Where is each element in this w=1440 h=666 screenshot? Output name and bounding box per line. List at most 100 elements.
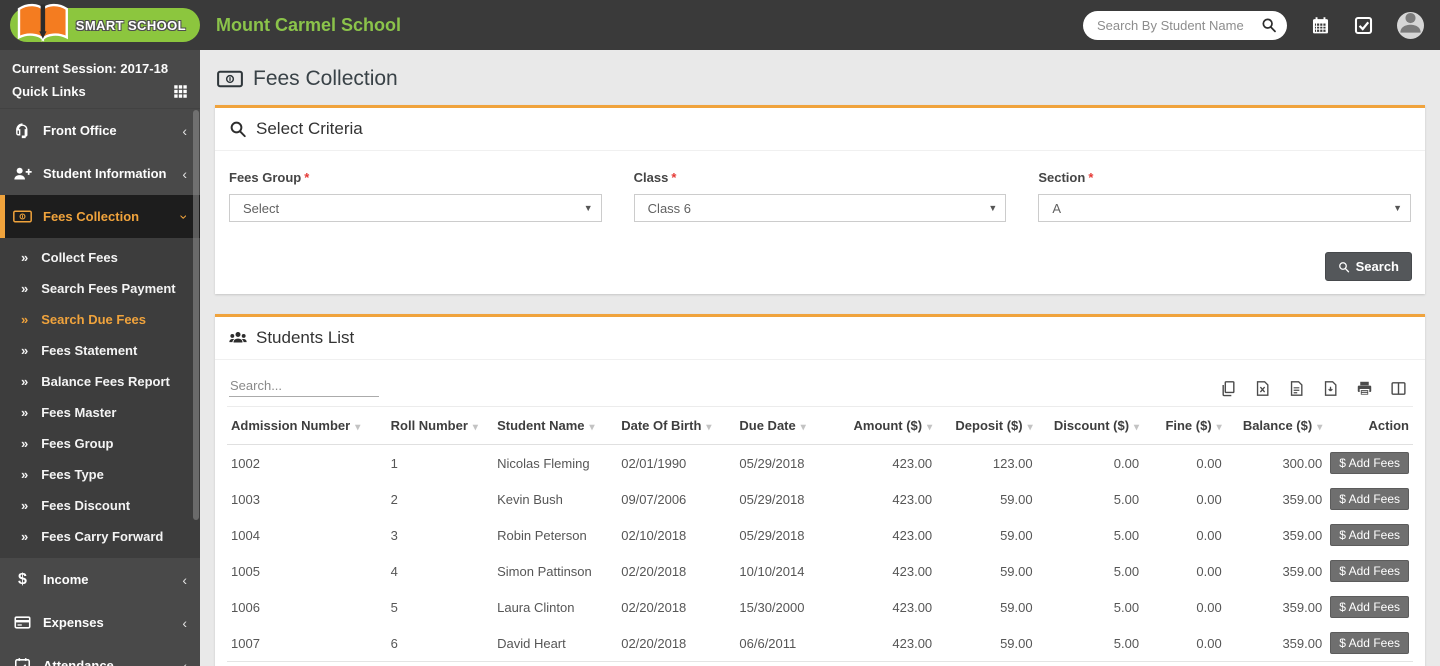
search-icon	[229, 120, 247, 138]
students-list-title: Students List	[256, 328, 355, 347]
app-logo[interactable]: SMART SCHOOL	[0, 0, 200, 50]
sidebar-item-expenses[interactable]: Expenses ‹	[0, 601, 200, 644]
column-visibility-icon[interactable]	[1390, 380, 1407, 397]
task-check-icon[interactable]	[1354, 16, 1373, 35]
cell-action: $ Add Fees	[1326, 517, 1413, 553]
cell-admission-number: 1002	[231, 455, 260, 471]
chevron-left-icon: ‹	[182, 614, 187, 631]
cell-action: $ Add Fees	[1326, 589, 1413, 625]
cell-discount: 5.00	[1113, 563, 1140, 579]
field-section: Section * A ▼	[1038, 170, 1412, 222]
add-fees-button[interactable]: $ Add Fees	[1330, 452, 1409, 474]
sidebar: Current Session: 2017-18 Quick Links Fro…	[0, 50, 200, 666]
double-arrow-icon: »	[21, 343, 29, 358]
sidebar-item-label: Student Information	[43, 166, 167, 181]
field-label: Section *	[1038, 170, 1094, 185]
print-icon[interactable]	[1356, 380, 1373, 397]
sidebar-item-income[interactable]: $ Income ‹	[0, 558, 200, 601]
sidebar-subitem-search-due-fees[interactable]: » Search Due Fees	[0, 304, 200, 335]
cell-due-date: 06/6/2011	[739, 635, 797, 651]
sidebar-subitem-fees-statement[interactable]: » Fees Statement	[0, 335, 200, 366]
chevron-down-icon: ▼	[988, 203, 998, 213]
sidebar-item-label: Attendance	[43, 658, 114, 666]
column-header-deposit[interactable]: Deposit ($) ▾	[936, 406, 1037, 445]
sidebar-item-label: Fees Collection	[43, 209, 140, 224]
pdf-icon[interactable]	[1322, 380, 1339, 397]
sidebar-item-label: Income	[43, 572, 89, 587]
csv-icon[interactable]	[1288, 380, 1305, 397]
money-icon	[13, 208, 32, 225]
current-session-label: Current Session: 2017-18	[12, 61, 169, 76]
excel-icon[interactable]	[1254, 380, 1271, 397]
money-icon	[217, 70, 243, 88]
fees-group-select[interactable]: Select ▼	[229, 194, 602, 222]
user-avatar[interactable]	[1397, 11, 1424, 39]
column-header-amount[interactable]: Amount ($) ▾	[841, 406, 937, 445]
sidebar-subitem-fees-carry-forward[interactable]: » Fees Carry Forward	[0, 521, 200, 552]
sort-icon: ▾	[1216, 422, 1222, 433]
add-fees-button[interactable]: $ Add Fees	[1330, 560, 1409, 582]
column-header-balance[interactable]: Balance ($) ▾	[1225, 406, 1327, 445]
search-button[interactable]: Search	[1324, 252, 1412, 281]
sidebar-item-front-office[interactable]: Front Office ‹	[0, 109, 200, 152]
cell-due-date: 05/29/2018	[739, 491, 805, 507]
add-fees-button[interactable]: $ Add Fees	[1330, 596, 1409, 618]
sort-icon: ▾	[927, 422, 933, 433]
student-search-input[interactable]	[1097, 17, 1261, 33]
add-fees-button[interactable]: $ Add Fees	[1330, 632, 1409, 654]
sidebar-item-fees-collection[interactable]: Fees Collection ›	[0, 195, 200, 238]
double-arrow-icon: »	[21, 250, 29, 265]
cell-fine: 0.00	[1196, 635, 1222, 651]
sidebar-item-attendance[interactable]: Attendance ‹	[0, 644, 200, 666]
column-header-admission-number[interactable]: Admission Number ▾	[227, 406, 387, 445]
search-button-label: Search	[1355, 259, 1399, 274]
double-arrow-icon: »	[21, 529, 29, 544]
cell-deposit: 59.00	[1000, 635, 1033, 651]
user-plus-icon	[13, 165, 32, 182]
sort-icon: ▾	[1317, 422, 1323, 433]
sidebar-subitem-collect-fees[interactable]: » Collect Fees	[0, 242, 200, 273]
cell-balance: 300.00	[1282, 455, 1323, 471]
column-header-due-date[interactable]: Due Date ▾	[735, 406, 842, 445]
column-header-discount[interactable]: Discount ($) ▾	[1036, 406, 1144, 445]
sidebar-subitem-fees-discount[interactable]: » Fees Discount	[0, 490, 200, 521]
sidebar-subitem-fees-type[interactable]: » Fees Type	[0, 459, 200, 490]
cell-date-of-birth: 02/20/2018	[621, 599, 687, 615]
cell-roll-number: 4	[390, 563, 398, 579]
sidebar-item-student-information[interactable]: Student Information ‹	[0, 152, 200, 195]
sort-icon: ▾	[1027, 422, 1033, 433]
cell-balance: 359.00	[1282, 563, 1323, 579]
copy-icon[interactable]	[1220, 380, 1237, 397]
calendar-icon[interactable]	[1311, 16, 1330, 35]
submenu-fees-collection: » Collect Fees » Search Fees Payment » Search…	[0, 238, 200, 558]
app-window: SMART SCHOOL Mount Carmel School Current…	[0, 0, 1440, 666]
section-select[interactable]: A ▼	[1038, 194, 1412, 222]
required-marker: *	[671, 170, 677, 185]
cell-date-of-birth: 02/20/2018	[621, 635, 687, 651]
sidebar-subitem-balance-fees-report[interactable]: » Balance Fees Report	[0, 366, 200, 397]
sidebar-scrollbar[interactable]	[193, 110, 199, 520]
column-header-fine[interactable]: Fine ($) ▾	[1143, 406, 1226, 445]
table-search-input[interactable]	[229, 375, 379, 397]
sidebar-subitem-fees-master[interactable]: » Fees Master	[0, 397, 200, 428]
book-pen-logo-icon	[16, 0, 70, 50]
double-arrow-icon: »	[21, 312, 29, 327]
session-block: Current Session: 2017-18 Quick Links	[0, 50, 200, 109]
column-header-label: Student Name	[497, 418, 585, 433]
column-header-label: Amount ($)	[853, 418, 923, 433]
sidebar-subitem-fees-group[interactable]: » Fees Group	[0, 428, 200, 459]
page-title-text: Fees Collection	[253, 67, 398, 90]
sidebar-subitem-search-fees-payment[interactable]: » Search Fees Payment	[0, 273, 200, 304]
sidebar-subitem-label: Search Fees Payment	[41, 281, 176, 296]
field-fees-group: Fees Group * Select ▼	[229, 170, 602, 222]
column-header-roll-number[interactable]: Roll Number ▾	[386, 406, 494, 445]
class-select[interactable]: Class 6 ▼	[633, 194, 1007, 222]
grid-icon[interactable]	[173, 84, 188, 99]
search-icon[interactable]	[1261, 17, 1277, 33]
column-header-date-of-birth[interactable]: Date Of Birth ▾	[617, 406, 736, 445]
column-header-student-name[interactable]: Student Name ▾	[493, 406, 618, 445]
add-fees-button[interactable]: $ Add Fees	[1330, 488, 1409, 510]
select-value: Class 6	[647, 200, 692, 216]
add-fees-button[interactable]: $ Add Fees	[1330, 524, 1409, 546]
column-header-label: Action	[1368, 418, 1409, 433]
